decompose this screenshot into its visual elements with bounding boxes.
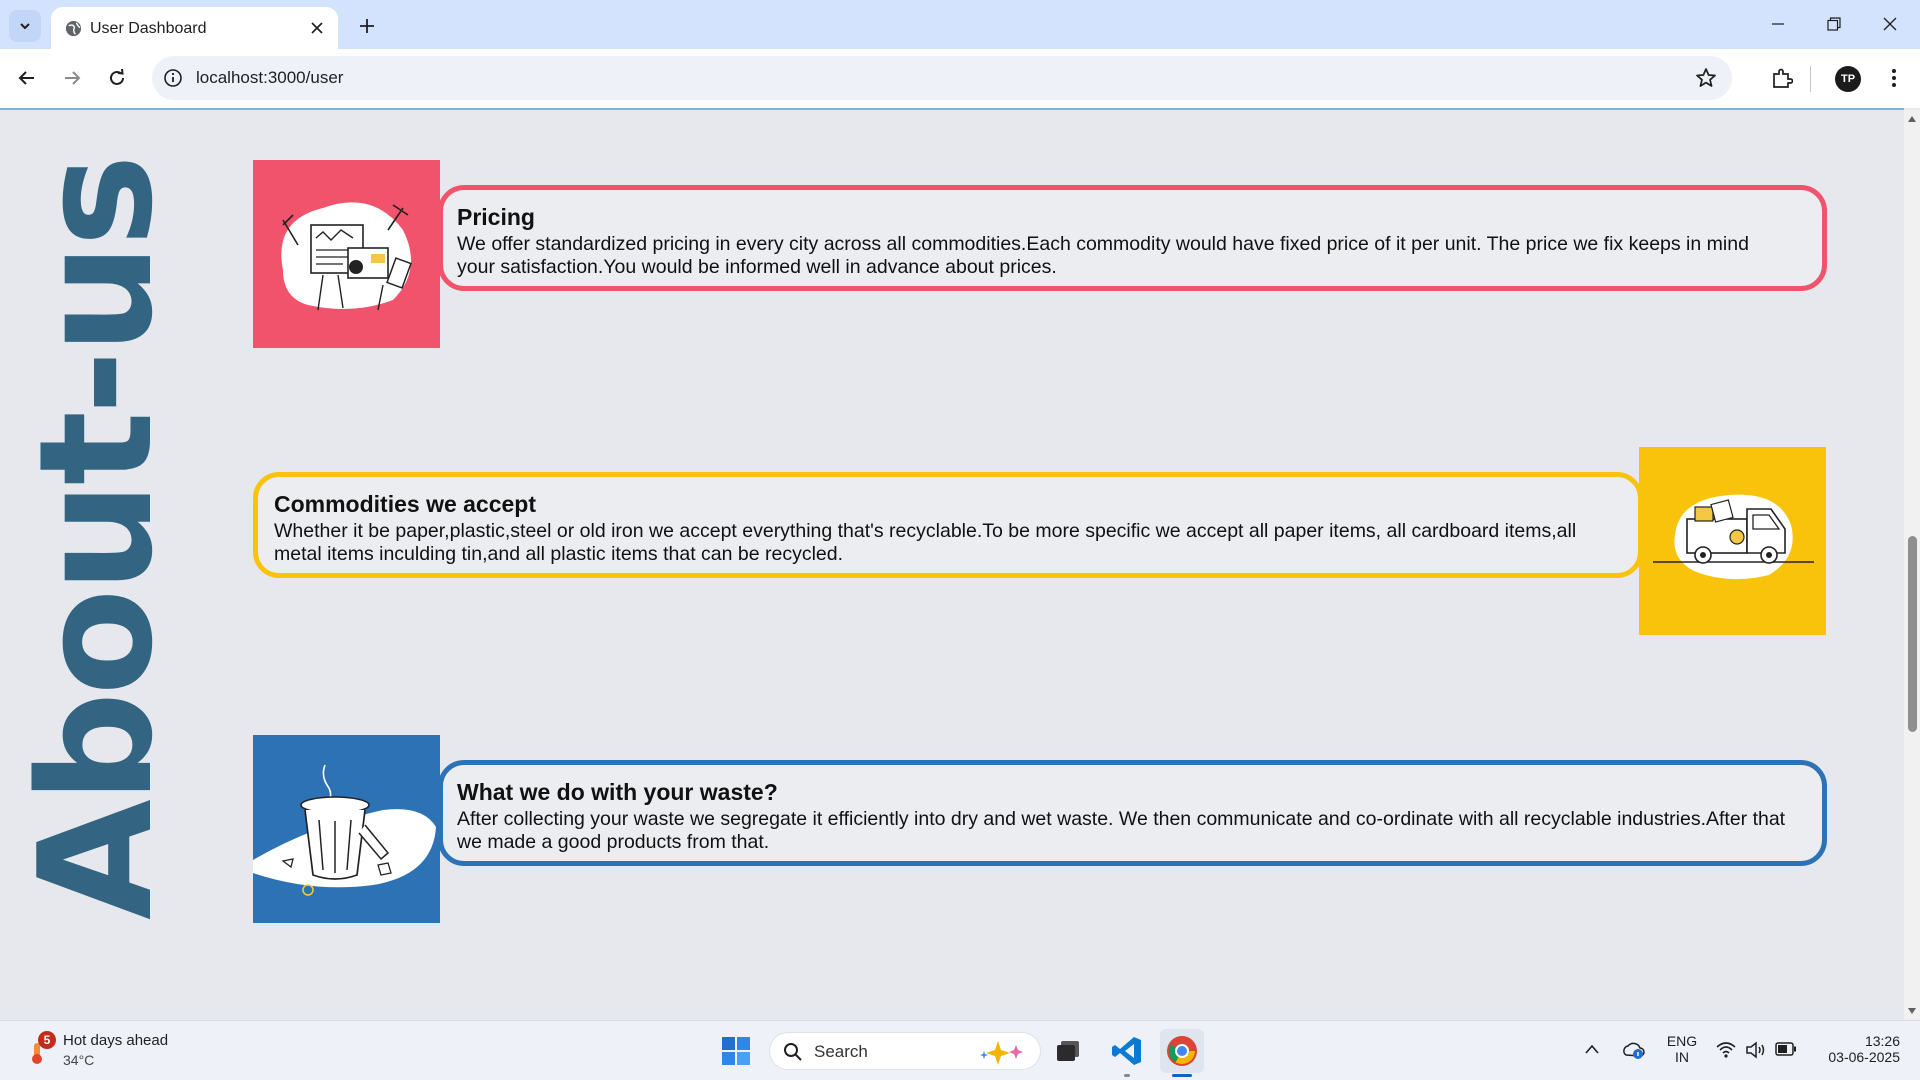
clock-date: 03-06-2025	[1828, 1049, 1900, 1065]
truck-illustration	[1639, 447, 1826, 635]
clock-time: 13:26	[1864, 1033, 1900, 1049]
close-tab-icon[interactable]	[306, 17, 328, 39]
site-info-icon[interactable]	[162, 67, 184, 89]
extensions-button[interactable]	[1766, 62, 1798, 94]
task-view-icon	[1057, 1041, 1079, 1061]
onedrive-status-icon[interactable]	[1621, 1039, 1645, 1061]
clock[interactable]: 13:26 03-06-2025	[1810, 1033, 1900, 1065]
tab-strip: User Dashboard	[0, 0, 1920, 49]
back-button[interactable]	[11, 62, 43, 94]
volume-icon[interactable]	[1745, 1040, 1767, 1060]
pricing-illustration	[253, 160, 440, 348]
search-icon	[784, 1043, 802, 1061]
puzzle-icon	[1773, 68, 1793, 88]
language-code: ENG	[1666, 1033, 1698, 1049]
weather-temp: 34°C	[63, 1052, 95, 1068]
scroll-down-icon[interactable]	[1907, 1006, 1917, 1016]
card-heading: Commodities we accept	[274, 491, 537, 517]
waste-card: What we do with your waste? After collec…	[438, 760, 1827, 866]
close-window-button[interactable]	[1870, 10, 1910, 38]
restore-button[interactable]	[1814, 10, 1854, 38]
bookmark-star-icon[interactable]	[1694, 66, 1718, 90]
search-label: Search	[814, 1042, 868, 1061]
chrome-icon	[1167, 1036, 1197, 1066]
vscode-app[interactable]	[1105, 1029, 1149, 1077]
reload-button[interactable]	[101, 62, 133, 94]
weather-widget[interactable]: 5 Hot days ahead 34°C	[22, 1031, 202, 1073]
card-text: After collecting your waste we segregate…	[457, 808, 1786, 853]
tab-title: User Dashboard	[90, 20, 207, 37]
page-scrollbar[interactable]	[1904, 110, 1920, 1020]
battery-icon[interactable]	[1775, 1042, 1797, 1056]
restore-icon	[1827, 17, 1841, 31]
windows-taskbar: 5 Hot days ahead 34°C Search ENG IN 13:2…	[0, 1020, 1920, 1080]
card-heading: What we do with your waste?	[457, 779, 778, 805]
minimize-button[interactable]	[1758, 10, 1798, 38]
profile-avatar[interactable]: TP	[1835, 66, 1861, 92]
url-text[interactable]: localhost:3000/user	[196, 68, 343, 88]
weather-badge: 5	[38, 1031, 56, 1049]
pricing-card: Pricing We offer standardized pricing in…	[438, 185, 1827, 291]
trash-can-illustration	[253, 735, 440, 923]
about-us-vertical-title: About-us	[5, 158, 187, 920]
copilot-sparkle-icon	[980, 1041, 1023, 1065]
arrow-left-icon	[18, 71, 34, 85]
reload-icon	[110, 69, 124, 85]
scroll-up-icon[interactable]	[1907, 114, 1917, 124]
browser-menu-button[interactable]	[1878, 62, 1910, 94]
card-heading: Pricing	[457, 204, 535, 230]
vscode-icon	[1112, 1037, 1141, 1065]
commodities-card: Commodities we accept Whether it be pape…	[253, 472, 1643, 578]
chrome-app[interactable]	[1160, 1029, 1204, 1077]
close-icon	[1883, 17, 1897, 31]
active-tab[interactable]: User Dashboard	[51, 7, 338, 49]
start-button[interactable]	[714, 1029, 758, 1073]
region-code: IN	[1675, 1049, 1689, 1065]
plus-icon	[360, 19, 374, 33]
kebab-menu-icon	[1892, 69, 1896, 87]
active-indicator	[1172, 1074, 1192, 1077]
windows-logo-icon	[722, 1037, 750, 1065]
minimize-icon	[1772, 23, 1784, 25]
card-text: Whether it be paper,plastic,steel or old…	[274, 520, 1577, 565]
chevron-down-icon	[20, 23, 30, 30]
running-indicator	[1124, 1074, 1130, 1077]
scroll-thumb[interactable]	[1908, 536, 1917, 732]
language-indicator[interactable]: ENG IN	[1664, 1033, 1700, 1065]
chevron-up-icon[interactable]	[1584, 1043, 1600, 1055]
page-content: About-us Pricing We offer standardized p…	[0, 110, 1904, 1020]
wifi-icon[interactable]	[1716, 1041, 1736, 1059]
arrow-right-icon	[65, 71, 81, 85]
tab-search-button[interactable]	[9, 10, 41, 42]
task-view-button[interactable]	[1047, 1029, 1091, 1073]
forward-button[interactable]	[56, 62, 88, 94]
weather-title: Hot days ahead	[63, 1032, 169, 1049]
browser-toolbar: localhost:3000/user	[0, 49, 1920, 108]
avatar-initials: TP	[1840, 73, 1856, 85]
new-tab-button[interactable]	[353, 12, 381, 40]
toolbar-divider	[1810, 66, 1811, 92]
taskbar-search[interactable]: Search	[769, 1032, 1041, 1070]
address-bar[interactable]: localhost:3000/user	[152, 56, 1732, 100]
globe-icon	[65, 20, 82, 37]
card-text: We offer standardized pricing in every c…	[457, 233, 1749, 278]
